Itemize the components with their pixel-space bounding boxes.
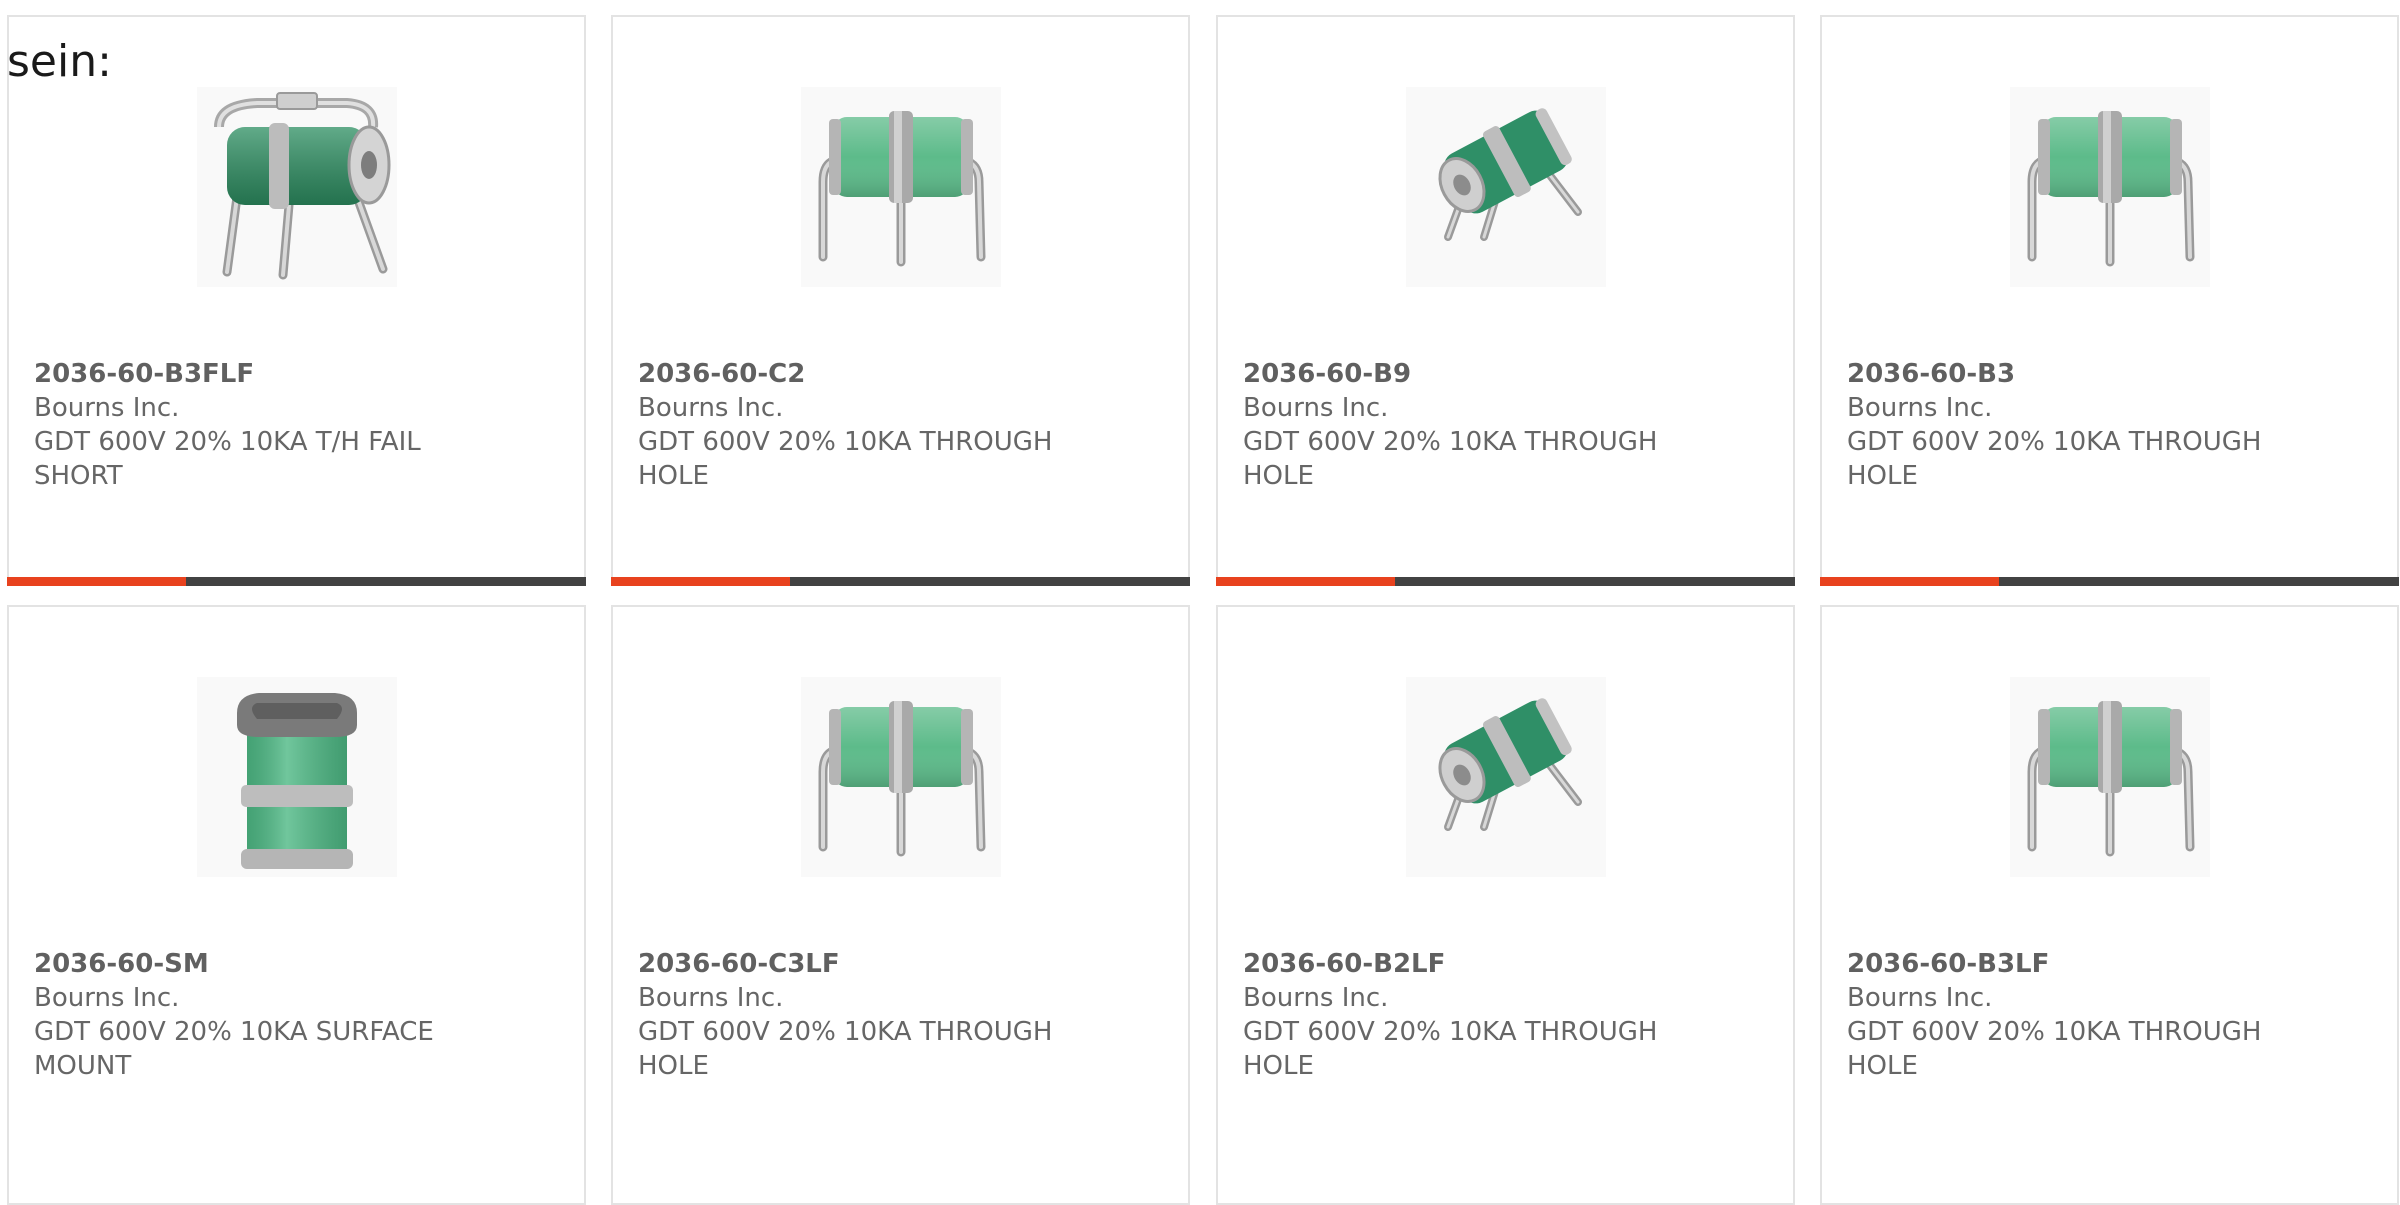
product-card[interactable]: 2036-60-B3 Bourns Inc. GDT 600V 20% 10KA T…	[1820, 15, 2399, 586]
product-card[interactable]: 2036-60-SM Bourns Inc. GDT 600V 20% 10KA S…	[7, 605, 586, 1205]
product-info: 2036-60-B9 Bourns Inc. GDT 600V 20% 10KA T…	[1243, 357, 1773, 493]
product-row-2: 2036-60-SM Bourns Inc. GDT 600V 20% 10KA S…	[7, 605, 2400, 1205]
gdt-3lead-front-icon[interactable]	[2009, 677, 2210, 877]
manufacturer: Bourns Inc.	[1243, 983, 1389, 1013]
product-description: GDT 600V 20% 10KA THROUGH HOLE	[1243, 1017, 1658, 1081]
manufacturer: Bourns Inc.	[638, 393, 784, 423]
card-progress-bar	[1216, 577, 1795, 586]
part-number[interactable]: 2036-60-B3LF	[1847, 947, 2377, 981]
product-info: 2036-60-B2LF Bourns Inc. GDT 600V 20% 10KA…	[1243, 947, 1773, 1083]
gdt-3lead-front-icon[interactable]	[800, 87, 1001, 287]
product-card[interactable]: 2036-60-B3LF Bourns Inc. GDT 600V 20% 10KA…	[1820, 605, 2399, 1205]
card-progress-fill	[611, 577, 791, 586]
part-number[interactable]: 2036-60-B3FLF	[34, 357, 564, 391]
part-number[interactable]: 2036-60-C3LF	[638, 947, 1168, 981]
manufacturer: Bourns Inc.	[34, 983, 180, 1013]
lead-text: sein:	[7, 36, 112, 87]
product-info: 2036-60-B3 Bourns Inc. GDT 600V 20% 10KA T…	[1847, 357, 2377, 493]
gdt-3lead-fail-short-icon[interactable]	[196, 87, 397, 287]
part-number[interactable]: 2036-60-B2LF	[1243, 947, 1773, 981]
product-card[interactable]: 2036-60-B2LF Bourns Inc. GDT 600V 20% 10KA…	[1216, 605, 1795, 1205]
gdt-surface-mount-icon[interactable]	[196, 677, 397, 877]
product-card[interactable]: 2036-60-B9 Bourns Inc. GDT 600V 20% 10KA T…	[1216, 15, 1795, 586]
gdt-3lead-angled-icon[interactable]	[1405, 677, 1606, 877]
card-progress-bar	[611, 577, 1190, 586]
product-info: 2036-60-B3LF Bourns Inc. GDT 600V 20% 10KA…	[1847, 947, 2377, 1083]
part-number[interactable]: 2036-60-C2	[638, 357, 1168, 391]
manufacturer: Bourns Inc.	[1847, 393, 1993, 423]
product-grid: 2036-60-B3FLF Bourns Inc. GDT 600V 20% 10K…	[7, 15, 2400, 1205]
card-progress-fill	[7, 577, 187, 586]
manufacturer: Bourns Inc.	[34, 393, 180, 423]
product-info: 2036-60-C2 Bourns Inc. GDT 600V 20% 10KA T…	[638, 357, 1168, 493]
gdt-3lead-angled-icon[interactable]	[1405, 87, 1606, 287]
product-description: GDT 600V 20% 10KA THROUGH HOLE	[638, 427, 1053, 491]
manufacturer: Bourns Inc.	[638, 983, 784, 1013]
card-progress-bar	[1820, 577, 2399, 586]
product-row-1: 2036-60-B3FLF Bourns Inc. GDT 600V 20% 10K…	[7, 15, 2400, 605]
gdt-3lead-front-icon[interactable]	[2009, 87, 2210, 287]
card-progress-fill	[1216, 577, 1396, 586]
product-card[interactable]: 2036-60-C2 Bourns Inc. GDT 600V 20% 10KA T…	[611, 15, 1190, 586]
product-info: 2036-60-C3LF Bourns Inc. GDT 600V 20% 10KA…	[638, 947, 1168, 1083]
part-number[interactable]: 2036-60-SM	[34, 947, 564, 981]
part-number[interactable]: 2036-60-B9	[1243, 357, 1773, 391]
product-description: GDT 600V 20% 10KA T/H FAIL SHORT	[34, 427, 421, 491]
card-progress-bar	[7, 577, 586, 586]
product-description: GDT 600V 20% 10KA THROUGH HOLE	[638, 1017, 1053, 1081]
product-info: 2036-60-B3FLF Bourns Inc. GDT 600V 20% 10K…	[34, 357, 564, 493]
gdt-3lead-front-icon[interactable]	[800, 677, 1001, 877]
manufacturer: Bourns Inc.	[1847, 983, 1993, 1013]
product-card[interactable]: 2036-60-B3FLF Bourns Inc. GDT 600V 20% 10K…	[7, 15, 586, 586]
product-description: GDT 600V 20% 10KA THROUGH HOLE	[1847, 1017, 2262, 1081]
product-description: GDT 600V 20% 10KA SURFACE MOUNT	[34, 1017, 434, 1081]
product-description: GDT 600V 20% 10KA THROUGH HOLE	[1243, 427, 1658, 491]
product-card[interactable]: 2036-60-C3LF Bourns Inc. GDT 600V 20% 10KA…	[611, 605, 1190, 1205]
part-number[interactable]: 2036-60-B3	[1847, 357, 2377, 391]
card-progress-fill	[1820, 577, 2000, 586]
product-info: 2036-60-SM Bourns Inc. GDT 600V 20% 10KA S…	[34, 947, 564, 1083]
manufacturer: Bourns Inc.	[1243, 393, 1389, 423]
product-description: GDT 600V 20% 10KA THROUGH HOLE	[1847, 427, 2262, 491]
